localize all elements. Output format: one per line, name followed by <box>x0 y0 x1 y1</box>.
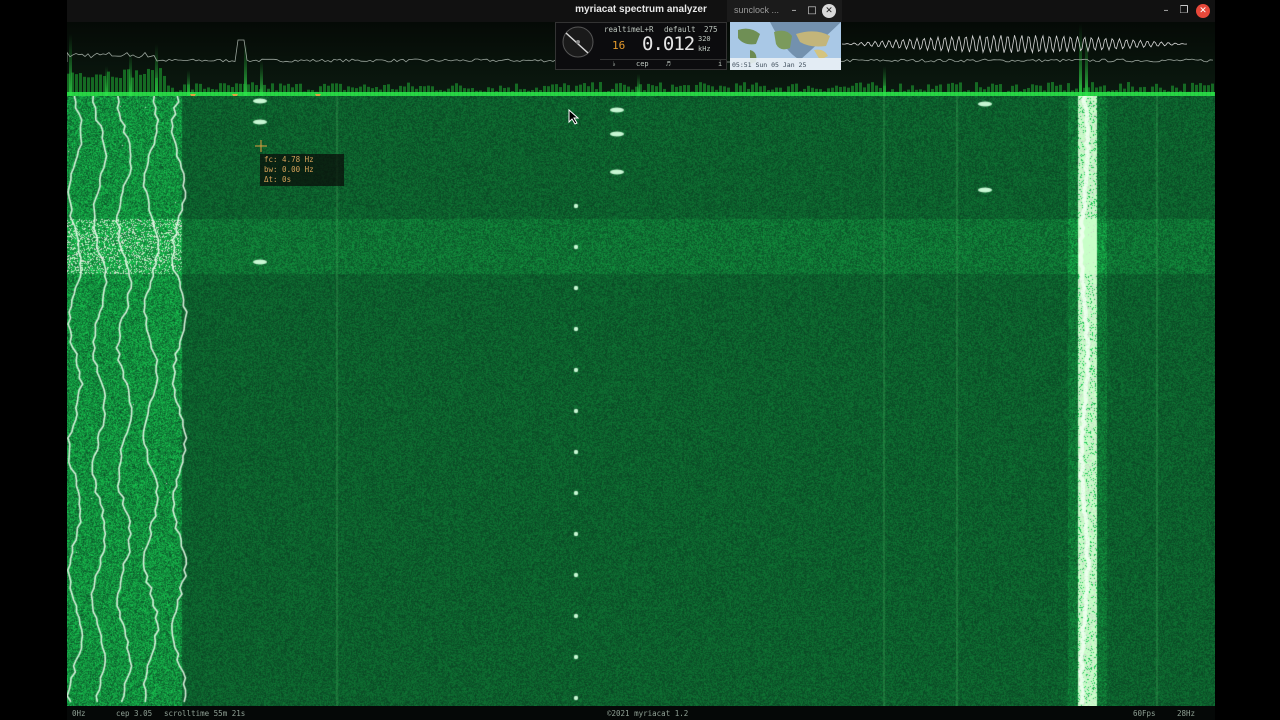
status-bar: 0Hz cep 3.05 scrolltime 55m 21s ©2021 my… <box>67 706 1215 720</box>
info-button[interactable]: i <box>718 60 722 68</box>
widget-button-row: ♭ cep ♬ i <box>600 59 726 70</box>
sunclock-title: sunclock ... <box>734 5 780 15</box>
unit-label: kHz <box>698 45 711 53</box>
gauge-icon <box>562 26 594 58</box>
mouse-pointer-icon <box>568 109 580 125</box>
minimize-icon[interactable]: – <box>787 4 801 18</box>
sunclock-map[interactable]: 05:51 Sun 05 Jan 25 <box>730 22 841 70</box>
copyright-label: ©2021 myriacat 1.2 <box>607 709 689 718</box>
close-icon[interactable]: ✕ <box>1196 4 1210 18</box>
cursor-frequency: fc: 4.78 Hz <box>264 155 314 164</box>
sub-value-label: 320 <box>698 35 711 43</box>
analyzer-window: myriacat spectrum analyzer – ❐ ✕ fc: 4.7… <box>67 0 1215 720</box>
mode-label: realtime <box>604 25 641 34</box>
sunclock-time: 05:51 Sun 05 Jan 25 <box>732 61 807 69</box>
high-frequency-label: 28Hz <box>1177 709 1196 718</box>
low-frequency-label: 0Hz <box>72 709 86 718</box>
bits-display: 16 <box>612 39 626 52</box>
title-bar: myriacat spectrum analyzer – ❐ ✕ <box>67 0 1215 22</box>
minimize-icon[interactable]: – <box>1159 4 1173 18</box>
music-button[interactable]: ♬ <box>666 60 670 68</box>
scrolltime-label: scrolltime 55m 21s <box>164 709 246 718</box>
sunclock-title-bar: sunclock ... – □ ✕ <box>727 0 842 22</box>
waterfall-view[interactable] <box>67 96 1215 706</box>
cursor-bandwidth: bw: 0.00 Hz <box>264 165 314 174</box>
maximize-icon[interactable]: □ <box>805 4 819 18</box>
bins-label: 275 <box>704 25 718 34</box>
cursor-delta-time: Δt: 0s <box>264 175 292 184</box>
close-icon[interactable]: ✕ <box>822 4 836 18</box>
window-title: myriacat spectrum analyzer <box>575 4 707 15</box>
flat-button[interactable]: ♭ <box>612 60 616 68</box>
cep-button[interactable]: cep <box>636 60 649 68</box>
fps-label: 60Fps <box>1133 709 1156 718</box>
maximize-icon[interactable]: ❐ <box>1177 4 1191 18</box>
frequency-readout: 0.012 <box>642 33 695 55</box>
cursor-readout: fc: 4.78 Hz bw: 0.00 Hz Δt: 0s <box>260 154 344 186</box>
control-widget[interactable]: realtime L+R default 275 16 0.012 320 kH… <box>555 22 727 70</box>
cep-label: cep 3.05 <box>116 709 153 718</box>
crosshair-icon <box>255 140 267 152</box>
